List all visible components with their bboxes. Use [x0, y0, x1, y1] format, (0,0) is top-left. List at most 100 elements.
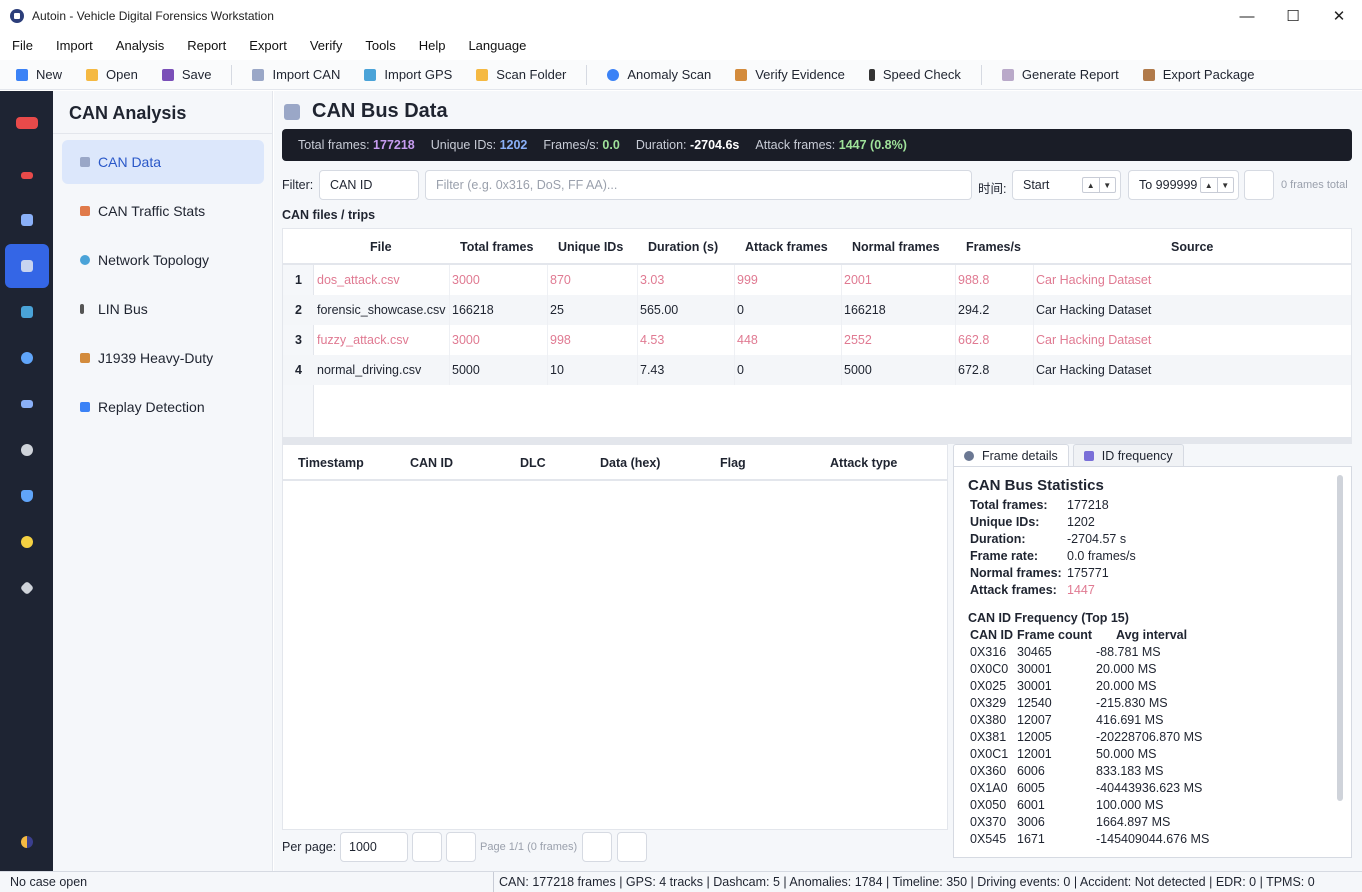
details-scrollbar[interactable]	[1337, 475, 1343, 801]
tab-frame-details[interactable]: Frame details	[953, 444, 1069, 466]
rail-dashcam[interactable]	[5, 198, 49, 242]
col-file[interactable]: File	[370, 240, 392, 254]
freq-title: CAN ID Frequency (Top 15)	[968, 611, 1129, 625]
nav-item-replay-detection[interactable]: Replay Detection	[62, 385, 264, 429]
col-total-frames[interactable]: Total frames	[460, 240, 533, 254]
menu-tools[interactable]: Tools	[359, 38, 401, 53]
generate-report-button[interactable]: Generate Report	[992, 62, 1129, 88]
rail-home[interactable]	[5, 101, 49, 145]
spin-up-icon[interactable]: ▲	[1201, 178, 1218, 192]
speed-check-button[interactable]: Speed Check	[859, 62, 971, 88]
chart-icon	[1083, 450, 1094, 461]
menu-export[interactable]: Export	[243, 38, 293, 53]
rail-security[interactable]	[5, 474, 49, 518]
col-source[interactable]: Source	[1171, 240, 1213, 254]
page-header: CAN Bus Data	[284, 100, 448, 123]
filter-apply-button[interactable]	[1244, 170, 1274, 200]
import-gps-button[interactable]: Import GPS	[354, 62, 462, 88]
filter-input[interactable]: Filter (e.g. 0x316, DoS, FF AA)...	[425, 170, 972, 200]
col-normal-frames[interactable]: Normal frames	[852, 240, 940, 254]
globe-icon	[80, 255, 90, 265]
chart-icon	[80, 206, 90, 216]
col-frames-per-sec[interactable]: Frames/s	[966, 240, 1021, 254]
table-row[interactable]: 3 fuzzy_attack.csv 3000 998 4.53 448 255…	[283, 325, 1351, 355]
title-bar: Autoin - Vehicle Digital Forensics Works…	[0, 0, 1362, 32]
anomaly-scan-button[interactable]: Anomaly Scan	[597, 62, 721, 88]
can-analysis-nav: CAN Analysis CAN Data CAN Traffic Stats …	[53, 91, 273, 871]
spin-down-icon[interactable]: ▼	[1218, 178, 1234, 192]
menu-language[interactable]: Language	[462, 38, 532, 53]
export-package-button[interactable]: Export Package	[1133, 62, 1265, 88]
filter-field-select[interactable]: CAN ID	[319, 170, 419, 200]
start-time-spinbox[interactable]: Start ▲ ▼	[1012, 170, 1121, 200]
open-button[interactable]: Open	[76, 62, 148, 88]
case-status: No case open	[10, 875, 88, 889]
menu-verify[interactable]: Verify	[304, 38, 349, 53]
time-label: 时间:	[978, 182, 1007, 196]
col-unique-ids[interactable]: Unique IDs	[558, 240, 623, 254]
rail-settings[interactable]	[5, 428, 49, 472]
start-time-spin-buttons[interactable]: ▲ ▼	[1082, 177, 1116, 193]
col-attack-frames[interactable]: Attack frames	[745, 240, 828, 254]
car-red-icon	[16, 117, 38, 129]
per-page-input[interactable]: 1000	[340, 832, 408, 862]
table-row[interactable]: 2 forensic_showcase.csv 166218 25 565.00…	[283, 295, 1351, 325]
nav-item-lin-bus[interactable]: LIN Bus	[62, 287, 264, 331]
col-duration[interactable]: Duration (s)	[648, 240, 718, 254]
col-flag[interactable]: Flag	[720, 456, 746, 470]
menu-help[interactable]: Help	[413, 38, 452, 53]
folder-icon	[476, 68, 489, 81]
close-button[interactable]: ✕	[1316, 0, 1362, 32]
tab-id-frequency[interactable]: ID frequency	[1072, 444, 1184, 466]
maximize-button[interactable]: ☐	[1270, 0, 1316, 32]
menu-analysis[interactable]: Analysis	[110, 38, 170, 53]
col-attack-type[interactable]: Attack type	[830, 456, 897, 470]
spin-up-icon[interactable]: ▲	[1083, 178, 1100, 192]
nav-item-j1939[interactable]: J1939 Heavy-Duty	[62, 336, 264, 380]
menu-report[interactable]: Report	[181, 38, 232, 53]
nav-item-network-topology[interactable]: Network Topology	[62, 238, 264, 282]
column-divider	[841, 265, 842, 385]
table-row[interactable]: 4 normal_driving.csv 5000 10 7.43 0 5000…	[283, 355, 1351, 385]
spin-down-icon[interactable]: ▼	[1100, 178, 1116, 192]
window-title: Autoin - Vehicle Digital Forensics Works…	[32, 9, 274, 23]
rail-search[interactable]	[5, 336, 49, 380]
end-time-spin-buttons[interactable]: ▲ ▼	[1200, 177, 1234, 193]
per-page-label: Per page:	[282, 840, 337, 854]
next-page-button[interactable]	[582, 832, 612, 862]
end-time-spinbox[interactable]: To 999999 ▲ ▼	[1128, 170, 1239, 200]
menu-file[interactable]: File	[6, 38, 39, 53]
nav-item-can-traffic-stats[interactable]: CAN Traffic Stats	[62, 189, 264, 233]
prev-page-button[interactable]	[446, 832, 476, 862]
can-frames-table: Timestamp CAN ID DLC Data (hex) Flag Att…	[282, 444, 948, 830]
col-can-id[interactable]: CAN ID	[410, 456, 453, 470]
details-tabs: Frame details ID frequency	[953, 444, 1188, 466]
scan-folder-button[interactable]: Scan Folder	[466, 62, 576, 88]
verify-evidence-button[interactable]: Verify Evidence	[725, 62, 855, 88]
rail-gps[interactable]	[5, 290, 49, 334]
rail-tools[interactable]	[5, 566, 49, 610]
first-page-button[interactable]	[412, 832, 442, 862]
rail-vehicle[interactable]	[5, 153, 49, 197]
new-button[interactable]: New	[6, 62, 72, 88]
last-page-button[interactable]	[617, 832, 647, 862]
table-row[interactable]: 1 dos_attack.csv 3000 870 3.03 999 2001 …	[283, 265, 1351, 295]
files-section-label: CAN files / trips	[282, 208, 376, 222]
toolbar-separator	[586, 64, 588, 85]
col-data-hex[interactable]: Data (hex)	[600, 456, 660, 470]
import-can-button[interactable]: Import CAN	[242, 62, 350, 88]
minimize-button[interactable]: —	[1224, 0, 1270, 32]
rail-theme-toggle[interactable]	[5, 820, 49, 864]
rail-can-analysis[interactable]	[5, 244, 49, 288]
column-divider	[1033, 265, 1034, 385]
save-button[interactable]: Save	[152, 62, 222, 88]
col-dlc[interactable]: DLC	[520, 456, 546, 470]
nav-item-can-data[interactable]: CAN Data	[62, 140, 264, 184]
rail-insights[interactable]	[5, 520, 49, 564]
col-timestamp[interactable]: Timestamp	[298, 456, 364, 470]
column-divider	[955, 265, 956, 385]
rail-accident[interactable]	[5, 382, 49, 426]
bulb-icon	[21, 536, 33, 548]
column-divider	[734, 265, 735, 385]
menu-import[interactable]: Import	[50, 38, 99, 53]
